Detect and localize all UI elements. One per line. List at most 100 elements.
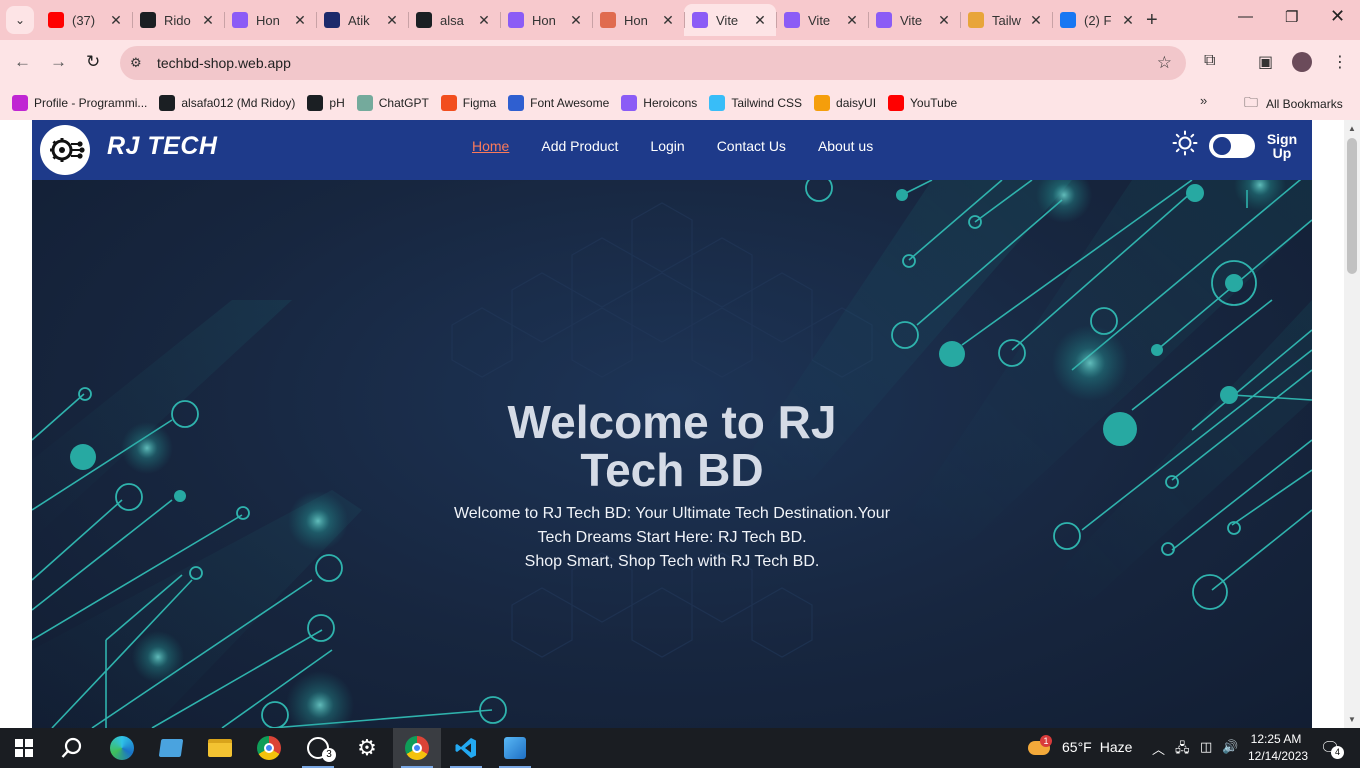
settings-app[interactable]: ⚙ [343,728,391,768]
edge-app[interactable] [98,728,146,768]
volume-icon[interactable]: 🔊 [1222,739,1238,755]
theme-toggle[interactable] [1209,134,1255,158]
restore-button[interactable]: ❐ [1285,8,1298,26]
nav-link-about-us[interactable]: About us [818,138,873,154]
whatsapp-badge: 3 [322,748,336,762]
bookmark-item[interactable]: Font Awesome [508,95,609,111]
show-hidden-icons-chevron-icon[interactable]: ︿ [1152,739,1165,758]
weather-widget[interactable]: 1 65°F Haze [1028,735,1132,757]
vite-icon [692,12,708,28]
browser-tab[interactable]: Vite ✕ [868,4,960,36]
start-button[interactable] [0,728,48,768]
scroll-down-arrow-icon[interactable]: ▼ [1348,715,1356,724]
hero-subtitle-line-2: Shop Smart, Shop Tech with RJ Tech BD. [524,553,820,570]
tab-title: Hon [624,12,648,28]
browser-tab[interactable]: Tailw ✕ [960,4,1052,36]
bookmark-item[interactable]: pH [307,95,345,111]
search-button[interactable] [48,728,96,768]
bookmarks-bar: Profile - Programmi... alsafa012 (Md Rido… [0,86,1360,120]
tab-close-icon[interactable]: ✕ [844,12,860,29]
forward-button[interactable]: → [50,52,67,72]
network-icon[interactable]: 🖧 [1175,739,1190,761]
chrome-active-app[interactable] [393,728,441,768]
more-bookmarks-button[interactable]: » [1200,93,1207,108]
github-icon [159,95,176,111]
bookmark-item[interactable]: YouTube [888,95,957,111]
browser-tab[interactable]: (37) ✕ [40,4,132,36]
browser-tab[interactable]: (2) F ✕ [1052,4,1144,36]
brand-name[interactable]: RJ TECH [107,132,217,161]
tab-search-button[interactable]: ⌄ [6,6,34,34]
camera-icon[interactable]: ◫ [1200,739,1212,755]
scroll-up-arrow-icon[interactable]: ▲ [1348,124,1356,133]
back-button[interactable]: ← [14,52,31,72]
new-tab-button[interactable]: + [1146,8,1158,32]
bookmark-star-icon[interactable]: ☆ [1157,53,1172,73]
app-launcher[interactable] [147,728,195,768]
browser-tab[interactable]: Hon ✕ [224,4,316,36]
tab-close-icon[interactable]: ✕ [1120,12,1136,29]
bookmark-item[interactable]: Heroicons [621,95,697,111]
tab-close-icon[interactable]: ✕ [936,12,952,29]
tab-close-icon[interactable]: ✕ [476,12,492,29]
tab-close-icon[interactable]: ✕ [752,12,768,29]
chrome-app[interactable] [245,728,293,768]
search-icon [61,737,82,758]
browser-tab[interactable]: alsa ✕ [408,4,500,36]
vscode-app[interactable] [442,728,490,768]
all-bookmarks-button[interactable]: 🗀 All Bookmarks [1244,92,1343,116]
minimize-button[interactable]: — [1238,8,1253,25]
tab-title: Vite [716,12,739,28]
tab-close-icon[interactable]: ✕ [660,12,676,29]
browser-tab[interactable]: Atik ✕ [316,4,408,36]
site-info-icon[interactable]: ⚙ [130,55,152,71]
notification-center-button[interactable]: 🗨 4 [1320,738,1344,759]
browser-tab[interactable]: Vite ✕ [776,4,868,36]
system-clock[interactable]: 12:25 AM 12/14/2023 [1248,731,1308,765]
signup-button[interactable]: Sign Up [1265,132,1299,160]
tab-close-icon[interactable]: ✕ [200,12,216,29]
browser-tab[interactable]: Rido ✕ [132,4,224,36]
reload-button[interactable]: ↻ [86,52,100,72]
browser-tab[interactable]: Hon ✕ [500,4,592,36]
bookmark-item[interactable]: Figma [440,95,497,111]
bookmark-item[interactable]: alsafa012 (Md Ridoy) [159,95,295,111]
tab-close-icon[interactable]: ✕ [568,12,584,29]
bookmark-item[interactable]: ChatGPT [356,95,429,111]
address-bar[interactable]: ⚙ techbd-shop.web.app ☆ [120,46,1186,80]
folder-icon: 🗀 [1244,94,1258,110]
browser-tab[interactable]: Hon ✕ [592,4,684,36]
scrollbar-thumb[interactable] [1347,138,1357,274]
side-panel-icon[interactable]: ▣ [1258,52,1273,72]
extensions-icon[interactable]: ⧉ [1204,52,1215,70]
browser-tab[interactable]: Vite ✕ [684,4,776,36]
tab-close-icon[interactable]: ✕ [108,12,124,29]
tab-close-icon[interactable]: ✕ [292,12,308,29]
nav-link-contact-us[interactable]: Contact Us [717,138,786,154]
nav-link-login[interactable]: Login [650,138,684,154]
hero-subtitle: Welcome to RJ Tech BD: Your Ultimate Tec… [452,502,892,574]
bookmark-item[interactable]: Profile - Programmi... [12,95,147,111]
nav-link-add-product[interactable]: Add Product [541,138,618,154]
windows-taskbar: 3 ⚙ 1 65°F Haze ︿ 🖧 ◫ 🔊 12:25 AM 12/14/2… [0,728,1360,768]
tab-close-icon[interactable]: ✕ [1028,12,1044,29]
bookmark-label: Figma [462,96,497,110]
site-logo[interactable] [40,125,90,175]
close-window-button[interactable]: ✕ [1330,6,1345,27]
clock-time: 12:25 AM [1250,732,1302,746]
url-text: techbd-shop.web.app [157,55,291,71]
bookmark-item[interactable]: daisyUI [814,95,876,111]
sun-icon[interactable] [1172,130,1198,156]
whatsapp-app[interactable]: 3 [294,728,342,768]
nav-link-home[interactable]: Home [472,138,509,154]
bookmark-item[interactable]: Tailwind CSS [709,95,802,111]
file-explorer-app[interactable] [196,728,244,768]
bookmark-label: Heroicons [643,96,698,110]
photos-app[interactable] [491,728,539,768]
tab-title: (37) [72,12,96,28]
menu-kebab-icon[interactable]: ⋮ [1332,52,1348,72]
page-scrollbar[interactable]: ▲ ▼ [1344,120,1360,728]
profile-avatar[interactable] [1292,52,1312,72]
tab-close-icon[interactable]: ✕ [384,12,400,29]
vscode-icon [455,738,476,758]
